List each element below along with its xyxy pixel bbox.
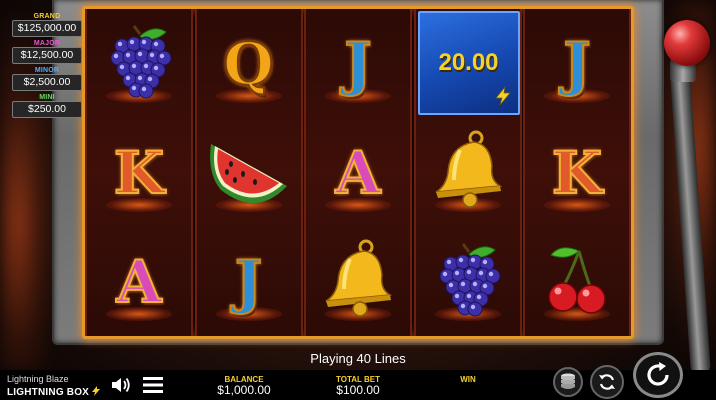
jackpot-grand: GRAND $125,000.00 (12, 12, 82, 39)
lines-status-text: Playing 40 Lines (310, 351, 406, 366)
reel-cell (416, 227, 520, 336)
reel-5: JK (523, 9, 631, 336)
reel-cell (87, 9, 191, 118)
brand-logo: LIGHTNING BOX (7, 386, 101, 398)
letter-j: J (234, 247, 263, 316)
reel-cell: J (525, 9, 629, 118)
bet-button[interactable] (553, 367, 583, 397)
game-title: Lightning Blaze (7, 374, 69, 384)
grapes-icon (439, 243, 500, 317)
jackpot-value: $12,500.00 (12, 47, 82, 64)
letter-symbol-j: J (206, 237, 292, 327)
jackpot-minor: MINOR $2,500.00 (12, 66, 82, 93)
reel-cell (306, 227, 410, 336)
cherries-symbol (534, 237, 620, 327)
letter-symbol-a: A (315, 128, 401, 218)
speaker-icon (112, 377, 130, 393)
win-label: WIN (460, 375, 476, 384)
menu-button[interactable] (142, 375, 164, 395)
watermelon-symbol (206, 128, 292, 218)
letter-j: J (562, 29, 591, 98)
reel-cell: K (525, 118, 629, 227)
bell-icon (435, 130, 502, 208)
reel-cell (197, 118, 301, 227)
jackpot-value: $250.00 (12, 101, 82, 118)
bell-symbol (425, 128, 511, 218)
letter-a: A (334, 138, 381, 207)
letter-symbol-k: K (96, 128, 182, 218)
lightning-bolt-icon (494, 85, 511, 106)
watermelon-icon (209, 144, 287, 204)
autoplay-icon (599, 374, 615, 390)
reel-2: QJ (194, 9, 303, 336)
bonus-symbol: 20.00 (417, 11, 520, 115)
sound-button[interactable] (108, 374, 134, 396)
hamburger-menu-icon (143, 377, 163, 393)
balance-value: $1,000.00 (217, 383, 271, 397)
reel-cell: J (306, 9, 410, 118)
grapes-symbol (96, 19, 182, 109)
autoplay-button[interactable] (590, 365, 624, 399)
spin-icon (647, 362, 669, 386)
letter-j: J (343, 29, 372, 98)
jackpot-mini: MINI $250.00 (12, 93, 82, 120)
reel-window[interactable]: K A Q J J A 20.00 J K (82, 6, 634, 339)
coin-stack-icon (561, 373, 575, 389)
cherries-icon (548, 247, 606, 314)
reel-4: 20.00 (413, 9, 522, 336)
jackpot-value: $2,500.00 (12, 74, 82, 91)
reel-cell (416, 118, 520, 227)
letter-symbol-j: J (315, 19, 401, 109)
brand-text: LIGHTNING BOX (7, 387, 90, 398)
reel-cell (525, 227, 629, 336)
letter-k: K (113, 138, 165, 207)
letter-symbol-a: A (96, 237, 182, 327)
reel-3: JA (304, 9, 412, 336)
reel-1: KA (85, 9, 193, 336)
reel-cell: 20.00 (416, 9, 520, 118)
bonus-value: 20.00 (438, 49, 499, 76)
brand-bolt-icon (92, 386, 101, 396)
reel-cell: Q (197, 9, 301, 118)
letter-symbol-j: J (534, 19, 620, 109)
reel-cell: A (306, 118, 410, 227)
bell-symbol (315, 237, 401, 327)
game-screen: K A Q J J A 20.00 J K GRAND $125,000.00 MAJOR $12,5… (0, 0, 716, 400)
grapes-icon (110, 25, 172, 99)
letter-a: A (115, 247, 162, 316)
reel-cell: K (87, 118, 191, 227)
jackpot-major: MAJOR $12,500.00 (12, 39, 82, 66)
jackpot-panel: GRAND $125,000.00 MAJOR $12,500.00 MINOR $2,5… (12, 12, 82, 120)
letter-q: Q (222, 29, 275, 98)
letter-k: K (551, 138, 603, 207)
reel-cell: J (197, 227, 301, 336)
bell-icon (325, 239, 393, 317)
spin-button[interactable] (633, 352, 683, 398)
grapes-symbol (425, 237, 511, 327)
lever-knob[interactable] (664, 20, 710, 66)
total-bet-value: $100.00 (336, 383, 380, 397)
letter-symbol-q: Q (206, 19, 292, 109)
letter-symbol-k: K (534, 128, 620, 218)
jackpot-value: $125,000.00 (12, 20, 82, 37)
reel-cell: A (87, 227, 191, 336)
